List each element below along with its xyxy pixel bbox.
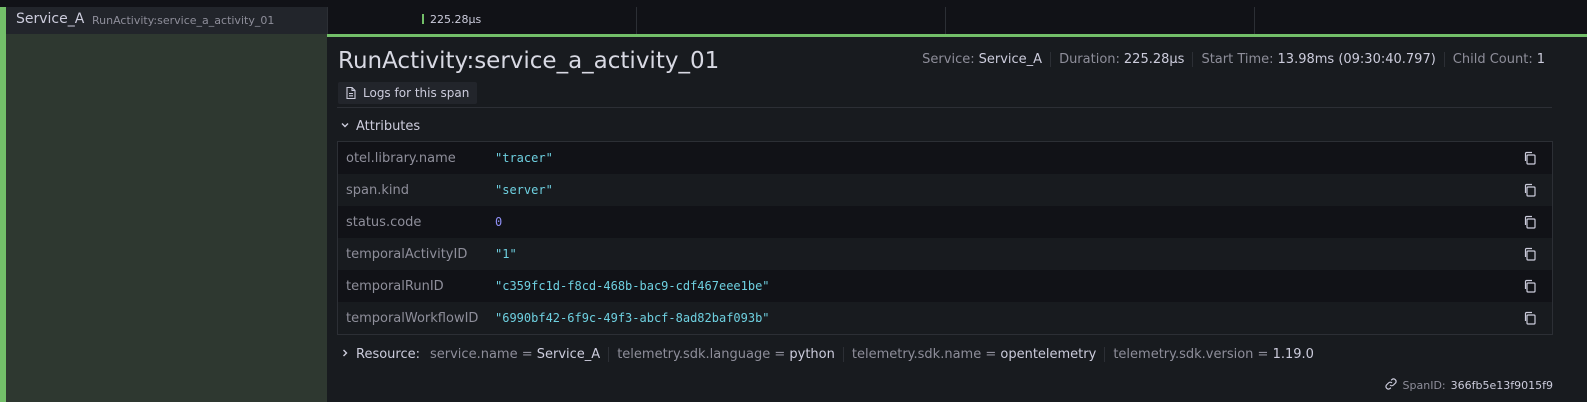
meta-key: Service:	[922, 52, 975, 67]
copy-icon[interactable]	[1522, 214, 1538, 230]
meta-value: Service_A	[978, 52, 1043, 67]
link-icon[interactable]	[1384, 377, 1398, 394]
attribute-value: "1"	[495, 247, 517, 261]
file-text-icon	[344, 86, 358, 100]
equals-sign: =	[981, 347, 1001, 362]
meta-start-time: Start Time: 13.98ms (09:30:40.797)	[1192, 52, 1443, 67]
span-operation-name: RunActivity:service_a_activity_01	[92, 14, 275, 27]
attribute-row: temporalActivityID "1"	[338, 238, 1552, 270]
attribute-value: "6990bf42-6f9c-49f3-abcf-8ad82baf093b"	[495, 311, 770, 325]
meta-service: Service: Service_A	[914, 52, 1050, 67]
span-header-meta: Service: Service_A Duration: 225.28μs St…	[914, 52, 1553, 67]
timeline-tick	[636, 7, 637, 34]
resource-key: service.name	[430, 347, 518, 362]
meta-key: Duration:	[1059, 52, 1120, 67]
resource-section[interactable]: Resource: service.name = Service_A telem…	[340, 347, 1322, 362]
attribute-row: status.code 0	[338, 206, 1552, 238]
attributes-toggle[interactable]: Attributes	[340, 119, 420, 134]
copy-icon[interactable]	[1522, 310, 1538, 326]
resource-key: telemetry.sdk.name	[851, 347, 982, 362]
attribute-value: 0	[495, 215, 503, 229]
attribute-value: "c359fc1d-f8cd-468b-bac9-cdf467eee1be"	[495, 279, 770, 293]
resource-label: Resource:	[356, 347, 420, 362]
resource-item: telemetry.sdk.version = 1.19.0	[1104, 347, 1322, 362]
attribute-key: temporalRunID	[346, 278, 444, 294]
resource-key: telemetry.sdk.version	[1113, 347, 1254, 362]
divider	[337, 107, 1552, 108]
attribute-key: temporalWorkflowID	[346, 310, 479, 326]
copy-icon[interactable]	[1522, 278, 1538, 294]
resource-item: telemetry.sdk.name = opentelemetry	[842, 347, 1104, 362]
resource-key: telemetry.sdk.language	[617, 347, 771, 362]
equals-sign: =	[517, 347, 537, 362]
resource-value: 1.19.0	[1272, 347, 1314, 362]
equals-sign: =	[770, 347, 790, 362]
span-detail-title: RunActivity:service_a_activity_01	[338, 48, 720, 74]
resource-item: telemetry.sdk.language = python	[608, 347, 843, 362]
span-row-label[interactable]: Service_A RunActivity:service_a_activity…	[0, 7, 327, 34]
span-row[interactable]: Service_A RunActivity:service_a_activity…	[0, 7, 1587, 34]
copy-icon[interactable]	[1522, 246, 1538, 262]
meta-key: Start Time:	[1201, 52, 1274, 67]
span-detail-panel: RunActivity:service_a_activity_01 Logs f…	[327, 34, 1587, 402]
attribute-row: temporalRunID "c359fc1d-f8cd-468b-bac9-c…	[338, 270, 1552, 302]
chevron-right-icon[interactable]	[340, 347, 350, 362]
span-detail-gutter	[0, 34, 327, 402]
attribute-key: temporalActivityID	[346, 246, 468, 262]
resource-value: Service_A	[536, 347, 601, 362]
copy-icon[interactable]	[1522, 182, 1538, 198]
copy-icon[interactable]	[1522, 150, 1538, 166]
timeline-tick	[1254, 7, 1255, 34]
span-service-name: Service_A	[16, 11, 85, 27]
top-strip	[0, 0, 1587, 7]
attributes-label: Attributes	[356, 119, 421, 134]
timeline-tick	[945, 7, 946, 34]
span-duration-label: 225.28μs	[430, 13, 482, 26]
logs-for-span-label: Logs for this span	[363, 86, 470, 100]
chevron-down-icon	[340, 119, 350, 134]
span-id-value: 366fb5e13f9015f9	[1450, 379, 1553, 392]
attribute-row: otel.library.name "tracer"	[338, 142, 1552, 174]
attribute-key: otel.library.name	[346, 150, 456, 166]
resource-value: opentelemetry	[1000, 347, 1097, 362]
attribute-value: "tracer"	[495, 151, 553, 165]
attribute-value: "server"	[495, 183, 553, 197]
meta-child-count: Child Count: 1	[1443, 52, 1553, 67]
meta-value: 225.28μs	[1123, 52, 1185, 67]
meta-value: 13.98ms (09:30:40.797)	[1277, 52, 1436, 67]
equals-sign: =	[1253, 347, 1273, 362]
attribute-row: span.kind "server"	[338, 174, 1552, 206]
attribute-key: span.kind	[346, 182, 409, 198]
span-id-label: SpanID:	[1402, 379, 1446, 392]
meta-key: Child Count:	[1452, 52, 1533, 67]
resource-value: python	[789, 347, 835, 362]
meta-value: 1	[1536, 52, 1545, 67]
logs-for-span-button[interactable]: Logs for this span	[338, 82, 478, 104]
span-id[interactable]: SpanID: 366fb5e13f9015f9	[1384, 377, 1553, 394]
timeline-tick	[327, 7, 328, 34]
span-timeline[interactable]: 225.28μs	[327, 7, 1587, 34]
attribute-row: temporalWorkflowID "6990bf42-6f9c-49f3-a…	[338, 302, 1552, 334]
span-duration-bar[interactable]	[422, 14, 424, 24]
meta-duration: Duration: 225.28μs	[1050, 52, 1192, 67]
resource-item: service.name = Service_A	[430, 347, 608, 362]
attribute-key: status.code	[346, 214, 422, 230]
attributes-table: otel.library.name "tracer" span.kind "se…	[337, 141, 1553, 335]
